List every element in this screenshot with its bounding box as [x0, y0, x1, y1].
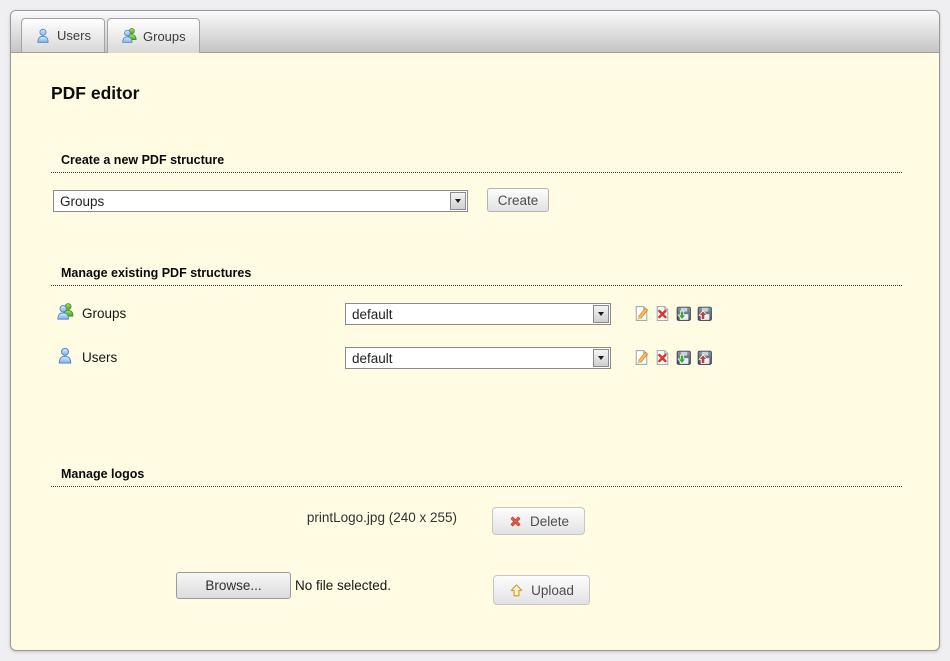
pdf-editor-panel: Users Groups PDF editor Create a new PDF… — [10, 10, 940, 651]
manage-section-title: Manage existing PDF structures — [51, 266, 902, 286]
export-disk-icon[interactable] — [675, 305, 692, 322]
create-button[interactable]: Create — [487, 188, 549, 212]
tab-users-label: Users — [57, 28, 91, 43]
logos-section-title: Manage logos — [51, 467, 902, 487]
create-button-label: Create — [498, 193, 539, 208]
tab-bar: Users Groups — [11, 11, 939, 53]
group-icon — [56, 303, 74, 321]
page-title: PDF editor — [51, 83, 139, 104]
edit-icon[interactable] — [633, 349, 650, 366]
edit-icon[interactable] — [633, 305, 650, 322]
browse-button-label: Browse... — [205, 578, 261, 593]
import-disk-icon[interactable] — [696, 349, 713, 366]
groups-structure-select-value: default — [346, 307, 593, 322]
up-arrow-icon — [509, 583, 524, 598]
users-structure-select[interactable]: default — [345, 347, 611, 369]
users-structure-select-value: default — [346, 351, 593, 366]
row-label-groups: Groups — [82, 306, 126, 321]
user-icon — [56, 347, 74, 365]
chevron-down-icon[interactable] — [450, 192, 466, 210]
delete-document-icon[interactable] — [654, 349, 671, 366]
delete-button-label: Delete — [530, 514, 569, 529]
browse-button[interactable]: Browse... — [176, 572, 291, 599]
logo-file-label: printLogo.jpg (240 x 255) — [51, 510, 457, 525]
file-input-status: No file selected. — [295, 578, 391, 593]
tab-groups[interactable]: Groups — [107, 18, 200, 53]
delete-logo-button[interactable]: Delete — [492, 507, 585, 535]
tab-users[interactable]: Users — [21, 18, 105, 52]
chevron-down-icon[interactable] — [593, 349, 609, 367]
structure-type-select[interactable]: Groups — [53, 190, 468, 212]
delete-document-icon[interactable] — [654, 305, 671, 322]
create-section-title: Create a new PDF structure — [51, 153, 902, 173]
import-disk-icon[interactable] — [696, 305, 713, 322]
group-icon — [121, 28, 137, 44]
red-x-icon — [508, 514, 523, 529]
tab-groups-label: Groups — [143, 29, 186, 44]
upload-button-label: Upload — [531, 583, 574, 598]
export-disk-icon[interactable] — [675, 349, 692, 366]
upload-button[interactable]: Upload — [493, 575, 590, 605]
groups-structure-select[interactable]: default — [345, 303, 611, 325]
row-label-users: Users — [82, 350, 117, 365]
user-icon — [35, 28, 51, 44]
structure-type-select-value: Groups — [54, 194, 450, 209]
chevron-down-icon[interactable] — [593, 305, 609, 323]
